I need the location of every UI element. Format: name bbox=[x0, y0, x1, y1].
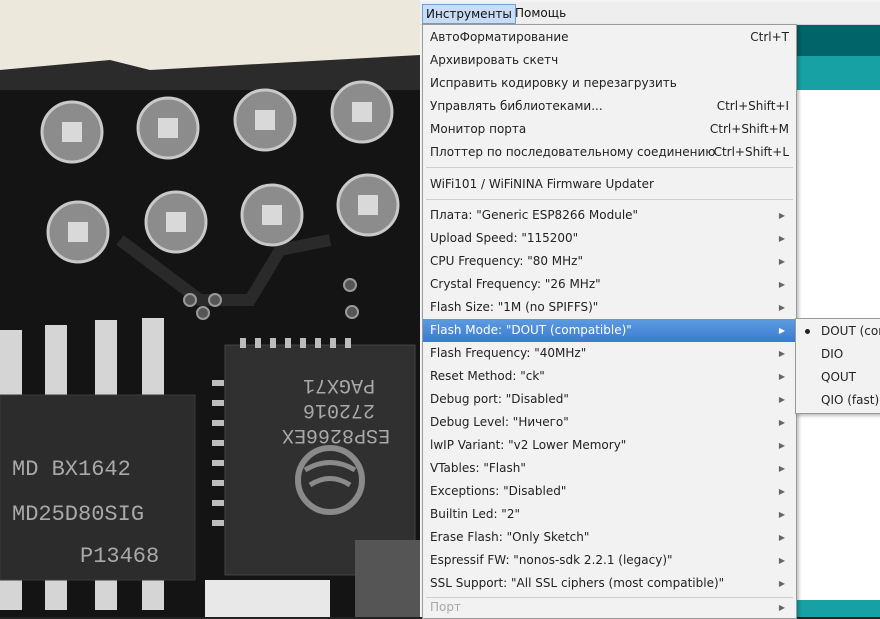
menu-item-autoformat[interactable]: АвтоФорматирование Ctrl+T bbox=[423, 26, 796, 49]
menu-item-label: Exceptions: "Disabled" bbox=[430, 484, 567, 498]
submenu-arrow-icon: ▶ bbox=[778, 418, 785, 427]
menu-item-label: АвтоФорматирование bbox=[430, 30, 569, 44]
menu-item-label: lwIP Variant: "v2 Lower Memory" bbox=[430, 438, 627, 452]
menu-separator bbox=[426, 167, 793, 168]
menu-help[interactable]: Помощь bbox=[512, 4, 569, 22]
submenu-arrow-icon: ▶ bbox=[778, 603, 785, 612]
menu-separator bbox=[426, 199, 793, 200]
menu-item-serial-monitor[interactable]: Монитор порта Ctrl+Shift+M bbox=[423, 118, 796, 141]
menu-item-label: Плата: "Generic ESP8266 Module" bbox=[430, 208, 639, 222]
chip2-text-1: ESP8266EX bbox=[282, 423, 390, 446]
menu-item-label: Debug Level: "Ничего" bbox=[430, 415, 569, 429]
menu-item-label: Debug port: "Disabled" bbox=[430, 392, 569, 406]
menu-item-label: Builtin Led: "2" bbox=[430, 507, 520, 521]
menu-item-manage-libraries[interactable]: Управлять библиотеками... Ctrl+Shift+I bbox=[423, 95, 796, 118]
tools-dropdown-menu: АвтоФорматирование Ctrl+T Архивировать с… bbox=[422, 24, 797, 619]
menu-item-debug-level[interactable]: Debug Level: "Ничего" ▶ bbox=[423, 411, 796, 434]
menu-item-label: Архивировать скетч bbox=[430, 53, 559, 67]
submenu-arrow-icon: ▶ bbox=[778, 441, 785, 450]
ide-status-bar bbox=[796, 600, 880, 617]
menu-item-lwip-variant[interactable]: lwIP Variant: "v2 Lower Memory" ▶ bbox=[423, 434, 796, 457]
menu-item-shortcut: Ctrl+Shift+M bbox=[709, 122, 789, 136]
menu-item-serial-plotter[interactable]: Плоттер по последовательному соединению … bbox=[423, 141, 796, 164]
menu-item-debug-port[interactable]: Debug port: "Disabled" ▶ bbox=[423, 388, 796, 411]
menu-item-shortcut: Ctrl+Shift+L bbox=[713, 145, 789, 159]
menu-item-shortcut: Ctrl+T bbox=[750, 30, 789, 44]
submenu-arrow-icon: ▶ bbox=[778, 349, 785, 358]
menu-item-label: Erase Flash: "Only Sketch" bbox=[430, 530, 590, 544]
menu-item-shortcut: Ctrl+Shift+I bbox=[716, 99, 789, 113]
menu-item-cpu-frequency[interactable]: CPU Frequency: "80 MHz" ▶ bbox=[423, 250, 796, 273]
submenu-item-label: QIO (fast) bbox=[821, 393, 880, 407]
menu-item-label: Espressif FW: "nonos-sdk 2.2.1 (legacy)" bbox=[430, 553, 673, 567]
submenu-item-label: DOUT (cor bbox=[821, 324, 880, 338]
menu-item-board[interactable]: Плата: "Generic ESP8266 Module" ▶ bbox=[423, 204, 796, 227]
submenu-arrow-icon: ▶ bbox=[778, 556, 785, 565]
menu-item-label: CPU Frequency: "80 MHz" bbox=[430, 254, 583, 268]
menu-item-vtables[interactable]: VTables: "Flash" ▶ bbox=[423, 457, 796, 480]
submenu-arrow-icon: ▶ bbox=[778, 326, 785, 335]
submenu-item-label: QOUT bbox=[821, 370, 857, 384]
menu-item-builtin-led[interactable]: Builtin Led: "2" ▶ bbox=[423, 503, 796, 526]
menu-item-exceptions[interactable]: Exceptions: "Disabled" ▶ bbox=[423, 480, 796, 503]
menu-item-label: VTables: "Flash" bbox=[430, 461, 526, 475]
menu-item-label: Flash Frequency: "40MHz" bbox=[430, 346, 587, 360]
submenu-arrow-icon: ▶ bbox=[778, 487, 785, 496]
menu-item-erase-flash[interactable]: Erase Flash: "Only Sketch" ▶ bbox=[423, 526, 796, 549]
menu-item-fix-encoding[interactable]: Исправить кодировку и перезагрузить bbox=[423, 72, 796, 95]
menu-item-upload-speed[interactable]: Upload Speed: "115200" ▶ bbox=[423, 227, 796, 250]
menu-item-reset-method[interactable]: Reset Method: "ck" ▶ bbox=[423, 365, 796, 388]
menu-item-label: SSL Support: "All SSL ciphers (most comp… bbox=[430, 576, 725, 590]
radio-selected-icon bbox=[805, 329, 810, 334]
submenu-arrow-icon: ▶ bbox=[778, 280, 785, 289]
submenu-arrow-icon: ▶ bbox=[778, 533, 785, 542]
chip2-text-2: 272016 bbox=[303, 398, 375, 421]
menu-item-espressif-fw[interactable]: Espressif FW: "nonos-sdk 2.2.1 (legacy)"… bbox=[423, 549, 796, 572]
chip1-text-2: MD25D80SIG bbox=[12, 502, 144, 527]
submenu-item-dio[interactable]: DIO bbox=[796, 343, 880, 366]
menu-item-label: Crystal Frequency: "26 MHz" bbox=[430, 277, 601, 291]
submenu-arrow-icon: ▶ bbox=[778, 211, 785, 220]
submenu-item-qout[interactable]: QOUT bbox=[796, 366, 880, 389]
ide-tab-bar bbox=[796, 56, 880, 90]
submenu-item-dout[interactable]: DOUT (cor bbox=[796, 320, 880, 343]
submenu-arrow-icon: ▶ bbox=[778, 464, 785, 473]
submenu-arrow-icon: ▶ bbox=[778, 372, 785, 381]
menu-item-flash-frequency[interactable]: Flash Frequency: "40MHz" ▶ bbox=[423, 342, 796, 365]
submenu-item-qio[interactable]: QIO (fast) bbox=[796, 389, 880, 412]
submenu-arrow-icon: ▶ bbox=[778, 579, 785, 588]
menu-item-flash-mode[interactable]: Flash Mode: "DOUT (compatible)" ▶ bbox=[423, 319, 796, 342]
menu-item-label: Монитор порта bbox=[430, 122, 527, 136]
chip1-text-1: MD BX1642 bbox=[12, 457, 131, 482]
board-photo: MD BX1642 MD25D80SIG P13468 ESP8266EX 27… bbox=[0, 0, 420, 617]
menu-item-label: Reset Method: "ck" bbox=[430, 369, 545, 383]
submenu-item-label: DIO bbox=[821, 347, 844, 361]
ide-toolbar bbox=[796, 24, 880, 56]
submenu-arrow-icon: ▶ bbox=[778, 395, 785, 404]
chip1-text-3: P13468 bbox=[80, 544, 159, 569]
menu-item-label: Flash Mode: "DOUT (compatible)" bbox=[430, 323, 632, 337]
submenu-arrow-icon: ▶ bbox=[778, 234, 785, 243]
menu-item-label: Управлять библиотеками... bbox=[430, 99, 603, 113]
submenu-arrow-icon: ▶ bbox=[778, 303, 785, 312]
menu-item-label: Исправить кодировку и перезагрузить bbox=[430, 76, 677, 90]
menu-item-archive-sketch[interactable]: Архивировать скетч bbox=[423, 49, 796, 72]
chip2-text-3: PAGX71 bbox=[303, 373, 375, 396]
menu-item-label: Flash Size: "1M (no SPIFFS)" bbox=[430, 300, 599, 314]
board-photo-drawing: MD BX1642 MD25D80SIG P13468 ESP8266EX 27… bbox=[0, 0, 420, 617]
menu-item-label: Upload Speed: "115200" bbox=[430, 231, 579, 245]
submenu-arrow-icon: ▶ bbox=[778, 510, 785, 519]
menu-item-firmware-updater[interactable]: WiFi101 / WiFiNINA Firmware Updater bbox=[423, 173, 796, 196]
menubar: Инструменты Помощь bbox=[420, 2, 880, 25]
flash-mode-submenu: DOUT (cor DIO QOUT QIO (fast) bbox=[795, 318, 880, 414]
menu-item-label: Порт bbox=[430, 600, 461, 614]
submenu-arrow-icon: ▶ bbox=[778, 257, 785, 266]
menu-item-label: Плоттер по последовательному соединению bbox=[430, 145, 716, 159]
menu-item-flash-size[interactable]: Flash Size: "1M (no SPIFFS)" ▶ bbox=[423, 296, 796, 319]
menu-item-ssl-support[interactable]: SSL Support: "All SSL ciphers (most comp… bbox=[423, 572, 796, 595]
menu-item-port: Порт ▶ bbox=[423, 596, 796, 619]
menu-tools[interactable]: Инструменты bbox=[422, 4, 516, 24]
menu-item-crystal-frequency[interactable]: Crystal Frequency: "26 MHz" ▶ bbox=[423, 273, 796, 296]
menu-item-label: WiFi101 / WiFiNINA Firmware Updater bbox=[430, 177, 654, 191]
